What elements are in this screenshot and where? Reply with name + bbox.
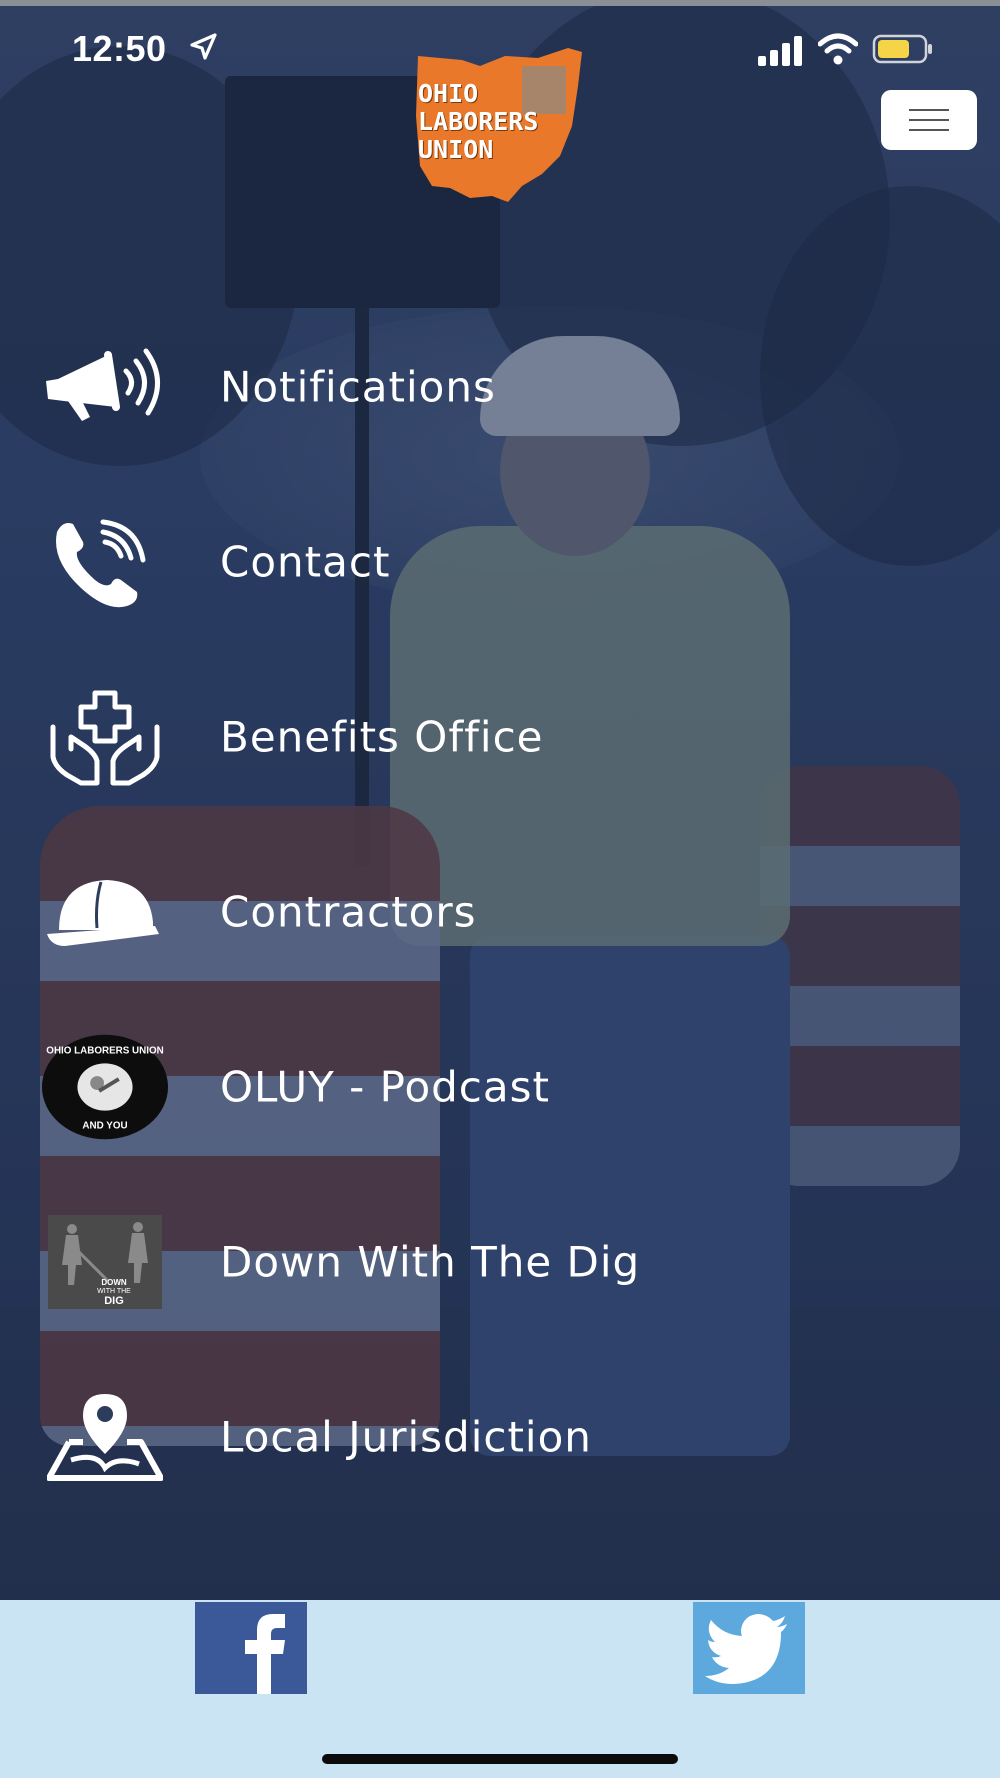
megaphone-icon — [40, 327, 170, 447]
twitter-button[interactable] — [693, 1602, 805, 1694]
hard-hat-icon — [40, 852, 170, 972]
logo-line-3: UNION — [418, 135, 494, 164]
podcast-badge-bottom-text: AND YOU — [82, 1120, 127, 1131]
podcast-logo-icon: OHIO LABORERS UNION AND YOU — [40, 1027, 170, 1147]
dig-line-2: WITH THE — [97, 1288, 131, 1295]
map-pin-icon — [40, 1377, 170, 1497]
nav-item-local-jurisdiction[interactable]: Local Jurisdiction — [0, 1377, 1000, 1497]
logo-text: OHIO LABORERS UNION — [418, 80, 578, 164]
nav-item-benefits-office[interactable]: Benefits Office — [0, 677, 1000, 797]
hands-cross-icon — [40, 677, 170, 797]
status-time: 12:50 — [72, 28, 167, 69]
nav-item-podcast[interactable]: OHIO LABORERS UNION AND YOU OLUY - Podca… — [0, 1027, 1000, 1147]
nav-item-contractors[interactable]: Contractors — [0, 852, 1000, 972]
facebook-icon — [245, 1614, 285, 1694]
logo-line-1: OHIO — [418, 79, 479, 108]
hamburger-menu-button[interactable] — [881, 90, 977, 150]
location-arrow-icon — [190, 33, 217, 60]
menu-bar-icon — [909, 129, 949, 131]
wifi-icon — [818, 33, 858, 65]
dig-line-3: DIG — [104, 1295, 124, 1307]
nav-label: Contact — [220, 537, 391, 587]
app-screen: 12:50 OHIO LABORERS UNION Notifications … — [0, 0, 1000, 1778]
nav-label: OLUY - Podcast — [220, 1062, 550, 1112]
nav-item-notifications[interactable]: Notifications — [0, 327, 1000, 447]
menu-bar-icon — [909, 109, 949, 111]
nav-label: Contractors — [220, 887, 477, 937]
logo-line-2: LABORERS — [418, 107, 539, 136]
social-footer — [0, 1600, 1000, 1778]
nav-label: Local Jurisdiction — [220, 1412, 592, 1462]
twitter-icon — [705, 1614, 787, 1684]
nav-item-down-with-the-dig[interactable]: DOWN WITH THE DIG Down With The Dig — [0, 1202, 1000, 1322]
phone-icon — [40, 502, 170, 622]
cellular-signal-icon — [758, 36, 802, 66]
nav-label: Notifications — [220, 362, 496, 412]
home-indicator — [322, 1754, 678, 1764]
podcast-badge-top-text: OHIO LABORERS UNION — [46, 1046, 163, 1057]
nav-label: Benefits Office — [220, 712, 544, 762]
nav-label: Down With The Dig — [220, 1237, 641, 1287]
dig-line-1: DOWN — [101, 1278, 127, 1287]
nav-item-contact[interactable]: Contact — [0, 502, 1000, 622]
menu-bar-icon — [909, 119, 949, 121]
down-with-the-dig-thumbnail: DOWN WITH THE DIG — [40, 1202, 170, 1322]
facebook-button[interactable] — [195, 1602, 307, 1694]
battery-icon — [872, 34, 932, 64]
